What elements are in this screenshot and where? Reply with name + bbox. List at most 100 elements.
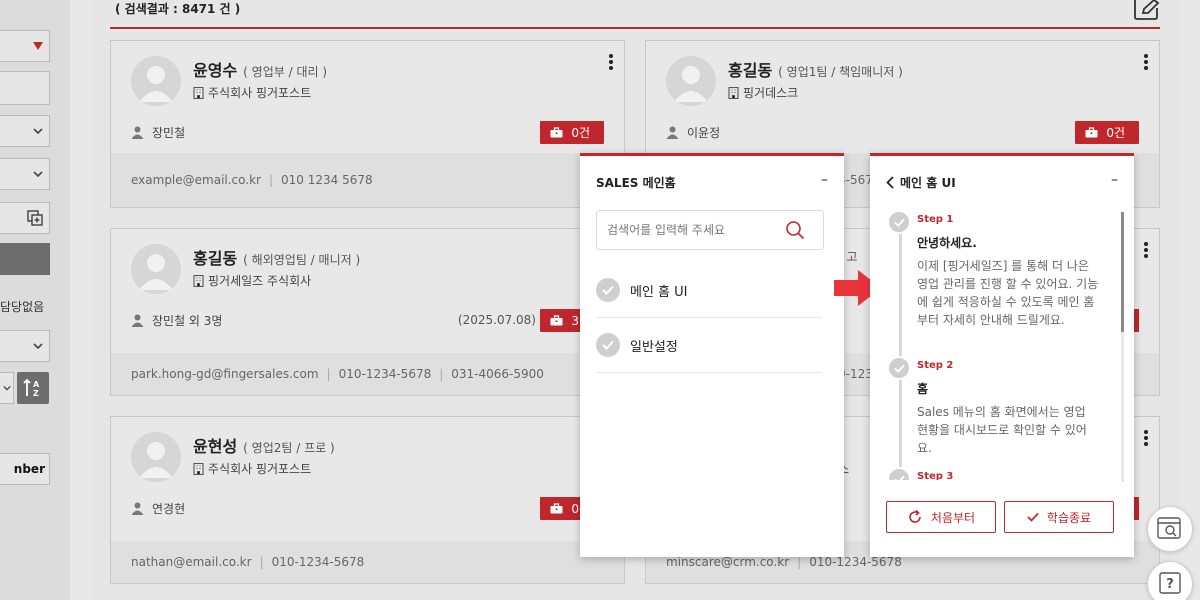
help-icon: ?: [1159, 572, 1181, 594]
result-count: ( 검색결과 : 8471 건 ): [115, 2, 241, 16]
building-icon: [193, 274, 204, 287]
menu-item-general-settings[interactable]: 일반설정: [596, 318, 822, 373]
phone2-text[interactable]: 031-4066-5900: [451, 367, 544, 381]
finish-learning-button[interactable]: 학습종료: [1004, 501, 1114, 533]
card-contact-info: park.hong-gd@fingersales.com | 010-1234-56…: [111, 353, 624, 395]
search-icon[interactable]: [785, 220, 805, 240]
contact-manager: 장민철 외 3명: [131, 312, 222, 329]
menu-item-label: 메인 홈 UI: [630, 284, 688, 300]
company-text: 주식회사 핑거포스트: [208, 86, 312, 100]
scrollbar-thumb[interactable]: [1121, 212, 1124, 332]
contact-name-text[interactable]: 홍길동: [193, 249, 237, 268]
phone-text[interactable]: 010-1234-5678: [339, 367, 432, 381]
person-icon: [131, 126, 144, 139]
manager-text: 연경현: [152, 502, 186, 516]
phone-text[interactable]: 010-1234-5678: [272, 555, 365, 569]
contact-company: 주식회사 핑거포스트: [193, 84, 311, 101]
deal-count-badge[interactable]: 0건: [540, 121, 604, 144]
contact-role: ( 영업1팀 / 책임매니저 ): [778, 65, 903, 79]
contact-card[interactable]: 홍길동 ( 해외영업팀 / 매니저 ) 핑거세일즈 주식회사 장민철 외 3명 (…: [110, 228, 625, 396]
email-text[interactable]: example@email.co.kr: [131, 173, 261, 187]
filter-select-3[interactable]: [0, 158, 50, 190]
contact-name[interactable]: 윤영수 ( 영업부 / 대리 ): [193, 57, 327, 81]
contact-manager: 장민철: [131, 124, 185, 141]
manager-text: 장민철: [152, 126, 186, 140]
svg-text:?: ?: [1166, 577, 1174, 592]
filter-select-4[interactable]: [0, 330, 50, 362]
separator: |: [259, 555, 264, 569]
panel-title: SALES 메인홈: [596, 176, 676, 190]
search-input[interactable]: [607, 223, 777, 237]
step-description: Sales 메뉴의 홈 화면에서는 영업 현황을 대시보드로 확인할 수 있어요…: [917, 405, 1087, 455]
last-contact-date: (2025.07.08): [457, 313, 536, 327]
phone-text[interactable]: 010 1234 5678: [281, 173, 373, 187]
restart-button[interactable]: 처음부터: [886, 501, 996, 533]
email-text[interactable]: minscare@crm.co.kr: [666, 555, 789, 569]
email-text[interactable]: nathan@email.co.kr: [131, 555, 252, 569]
sort-button[interactable]: A Z: [17, 372, 49, 404]
person-icon: [131, 314, 144, 327]
guide-toggle-button[interactable]: [1147, 506, 1193, 552]
edit-icon[interactable]: [1133, 0, 1161, 20]
panel-title-text: 메인 홈 UI: [900, 176, 956, 190]
minimize-button[interactable]: –: [1111, 172, 1118, 188]
guide-menu-panel: SALES 메인홈 – 메인 홈 UI 일반설정: [580, 153, 844, 557]
steps-scrollbar[interactable]: [1121, 212, 1124, 482]
contact-company: 핑거데스크: [728, 84, 798, 101]
menu-item-main-home-ui[interactable]: 메인 홈 UI: [596, 263, 822, 318]
no-manager-label[interactable]: 담당없음: [0, 298, 44, 315]
filter-select-5[interactable]: [0, 372, 14, 404]
briefcase-icon: [550, 503, 563, 514]
contact-name-text[interactable]: 홍길동: [728, 61, 772, 80]
check-icon: [887, 467, 911, 480]
contact-name[interactable]: 홍길동 ( 해외영업팀 / 매니저 ): [193, 245, 360, 269]
svg-text:A: A: [33, 380, 40, 389]
minimize-button[interactable]: –: [821, 172, 828, 188]
card-contact-info: nathan@email.co.kr | 010-1234-5678: [111, 541, 624, 583]
filter-dark-button[interactable]: [0, 243, 50, 275]
step-item[interactable]: Step 1 안녕하세요. 이제 [핑거세일즈] 를 통해 더 나은 영업 관리…: [887, 210, 1112, 350]
contact-name-text[interactable]: 윤영수: [193, 61, 237, 80]
filter-input-1[interactable]: [0, 71, 50, 105]
contact-card[interactable]: 윤현성( 영업2팀 / 프로 ) 주식회사 핑거포스트 연경현 0건 natha…: [110, 416, 625, 584]
guide-search-box: [596, 210, 824, 250]
more-vertical-icon[interactable]: [608, 53, 614, 71]
monitor-search-icon: [1157, 517, 1181, 539]
avatar-icon: [139, 442, 173, 478]
more-vertical-icon[interactable]: [1143, 241, 1149, 259]
number-sort-button[interactable]: nber: [0, 453, 50, 485]
guide-steps-panel: 메인 홈 UI – Step 1 안녕하세요. 이제 [핑거세일즈] 를 통해 …: [870, 153, 1134, 557]
company-text: 핑거세일즈 주식회사: [208, 274, 312, 288]
separator: |: [268, 173, 274, 187]
avatar: [131, 432, 181, 482]
check-icon: [887, 356, 911, 380]
email-text[interactable]: park.hong-gd@fingersales.com: [131, 367, 319, 381]
step-description: 이제 [핑거세일즈] 를 통해 더 나은 영업 관리를 진행 할 수 있어요. …: [917, 259, 1099, 327]
contact-name-text[interactable]: 윤현성: [193, 437, 237, 456]
copy-icon[interactable]: [27, 210, 43, 226]
contact-company: 핑거세일즈 주식회사: [193, 272, 311, 289]
step-title: 홈: [917, 382, 929, 396]
filter-copy-field[interactable]: [0, 202, 50, 234]
card-contact-info: example@email.co.kr | 010 1234 5678: [111, 153, 624, 207]
person-icon: [131, 502, 144, 515]
filter-select-1[interactable]: [0, 30, 50, 62]
help-button[interactable]: ?: [1147, 561, 1193, 600]
avatar-icon: [139, 254, 173, 290]
check-icon: [596, 278, 620, 302]
phone-text[interactable]: 010-1234-5678: [809, 555, 902, 569]
chevron-down-icon: [33, 343, 43, 349]
contact-card[interactable]: 윤영수 ( 영업부 / 대리 ) 주식회사 핑거포스트 장민철 0건 exampl…: [110, 40, 625, 208]
deal-count-badge[interactable]: 0건: [1075, 121, 1139, 144]
filter-select-2[interactable]: [0, 115, 50, 147]
svg-text:Z: Z: [33, 389, 39, 398]
more-vertical-icon[interactable]: [1143, 53, 1149, 71]
step-item[interactable]: Step 2 홈 Sales 메뉴의 홈 화면에서는 영업 현황을 대시보드로 …: [887, 356, 1112, 456]
contact-name[interactable]: 홍길동 ( 영업1팀 / 책임매니저 ): [728, 57, 903, 81]
restart-label: 처음부터: [930, 510, 976, 525]
chevron-left-icon[interactable]: [886, 176, 894, 189]
contact-name[interactable]: 윤현성 ( 영업2팀 / 프로 ): [193, 433, 335, 457]
more-vertical-icon[interactable]: [1143, 429, 1149, 447]
step-item[interactable]: Step 3: [887, 467, 1112, 480]
avatar: [131, 244, 181, 294]
